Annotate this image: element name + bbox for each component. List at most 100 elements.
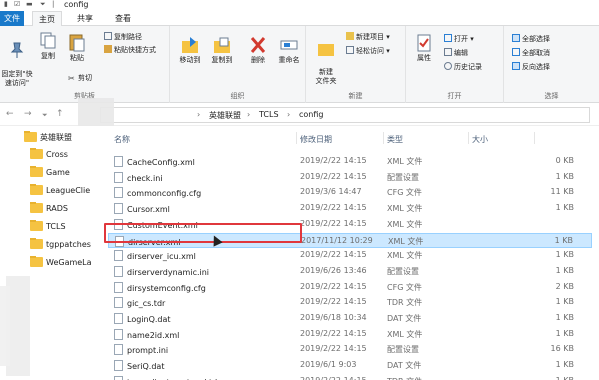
checkbox-icon[interactable]: ☑ [14, 0, 20, 10]
file-type-cell: XML 文件 [387, 251, 423, 261]
copy-to-button[interactable]: 复制到 [208, 36, 236, 65]
file-size-cell: 1 KB [555, 171, 574, 181]
properties-button[interactable]: 属性 [410, 34, 438, 63]
file-icon [114, 265, 123, 277]
breadcrumb-config[interactable]: config [299, 110, 323, 119]
copy-path-icon [104, 32, 112, 40]
paste-button[interactable]: 粘贴 [64, 32, 90, 63]
select-none-button[interactable]: 全部取消 [512, 48, 550, 58]
address-bar[interactable]: › 英雄联盟 › TCLS › config [100, 107, 590, 123]
file-name-cell: gic_cs.tdr [114, 297, 165, 309]
invert-selection-button[interactable]: 反向选择 [512, 62, 550, 72]
column-separator[interactable] [296, 132, 297, 144]
table-row[interactable]: tacc_client_protocol.tdr 2019/2/22 14:15 T… [108, 374, 592, 380]
nav-item-rads[interactable]: RADS [30, 202, 104, 216]
file-icon [114, 360, 123, 372]
edit-button[interactable]: 编辑 [444, 48, 468, 58]
table-row[interactable]: gic_cs.tdr 2019/2/22 14:15 TDR 文件 1 KB [108, 295, 592, 310]
breadcrumb-tcls[interactable]: TCLS [259, 110, 279, 119]
column-header-date[interactable]: 修改日期 [300, 134, 332, 145]
easy-access-button[interactable]: 轻松访问 ▾ [346, 46, 390, 56]
table-row[interactable]: Cursor.xml 2019/2/22 14:15 XML 文件 1 KB [108, 201, 592, 216]
nav-item-wegame[interactable]: WeGameLa [30, 256, 104, 270]
recent-dropdown-icon[interactable]: ⏷ [42, 111, 48, 120]
file-icon [114, 344, 123, 356]
tab-home[interactable]: 主页 [32, 11, 62, 26]
file-type-cell: DAT 文件 [387, 361, 422, 371]
table-row[interactable]: dirsystemconfig.cfg 2019/2/22 14:15 CFG 文件… [108, 280, 592, 295]
tab-share[interactable]: 共享 [70, 11, 100, 26]
pin-icon [10, 42, 24, 58]
column-separator[interactable] [383, 132, 384, 144]
paste-shortcut-button[interactable]: 粘贴快捷方式 [104, 45, 156, 55]
nav-item-cross[interactable]: Cross [30, 148, 104, 162]
open-group-label: 打开 [447, 92, 462, 100]
file-icon [114, 187, 123, 199]
table-row[interactable]: SeriQ.dat 2019/6/1 9:03 DAT 文件 1 KB [108, 358, 592, 373]
file-name-label: dirserverdynamic.ini [127, 267, 210, 277]
tab-file[interactable]: 文件 [0, 11, 24, 26]
cut-button[interactable]: ✂ 剪切 [68, 73, 92, 83]
column-header-name[interactable]: 名称 [114, 134, 130, 145]
file-name-cell: tacc_client_protocol.tdr [114, 375, 221, 380]
nav-item-tgppatches[interactable]: tgppatches [30, 238, 104, 252]
file-date-cell: 2019/2/22 14:15 [300, 344, 367, 354]
file-size-cell: 1 KB [556, 376, 574, 380]
folder-icon [30, 220, 43, 231]
paste-shortcut-label: 粘贴快捷方式 [114, 46, 156, 54]
new-item-label: 新建项目 [356, 33, 384, 41]
column-header-type[interactable]: 类型 [387, 134, 403, 145]
table-row[interactable]: LoginQ.dat 2019/6/18 10:34 DAT 文件 1 KB [108, 311, 592, 326]
select-all-icon [512, 34, 520, 42]
history-button[interactable]: 历史记录 [444, 62, 482, 72]
new-folder-button[interactable]: 新建 文件夹 [310, 32, 342, 86]
copy-label: 复制 [41, 52, 55, 60]
back-arrow-icon[interactable]: ← [6, 109, 14, 119]
tab-view[interactable]: 查看 [108, 11, 138, 26]
folder-icon[interactable]: ▬ [26, 0, 33, 10]
nav-item-tcls[interactable]: TCLS [30, 220, 104, 234]
copy-button[interactable]: 复制 [36, 32, 60, 61]
move-to-label: 移动到 [179, 56, 201, 64]
file-size-cell: 1 KB [555, 203, 574, 213]
file-name-cell: dirsystemconfig.cfg [114, 281, 206, 293]
move-to-icon [182, 37, 198, 53]
file-date-cell: 2019/6/26 13:46 [300, 265, 367, 275]
table-row[interactable]: prompt.ini 2019/2/22 14:15 配置设置 16 KB [108, 342, 592, 357]
file-icon [114, 313, 123, 324]
select-none-label: 全部取消 [522, 49, 550, 57]
rename-button[interactable]: 重命名 [274, 36, 304, 65]
nav-item-lol[interactable]: 英雄联盟 [24, 131, 98, 145]
breadcrumb-lol[interactable]: 英雄联盟 [209, 110, 241, 121]
file-type-cell: 配置设置 [387, 345, 419, 355]
open-button[interactable]: 打开 ▾ [444, 34, 474, 44]
column-separator[interactable] [534, 132, 535, 144]
pin-quick-access-button[interactable]: 固定到"快 速访问" [0, 32, 34, 88]
table-row[interactable]: dirserverdynamic.ini 2019/6/26 13:46 配置设置 1… [108, 264, 592, 279]
copy-path-button[interactable]: 复制路径 [104, 32, 142, 42]
new-folder-icon [318, 44, 334, 56]
table-row[interactable]: dirserver_icu.xml 2019/2/22 14:15 XML 文件 1 … [108, 248, 592, 263]
file-name-label: dirserver_icu.xml [127, 252, 196, 262]
table-row[interactable]: commonconfig.cfg 2019/3/6 14:47 CFG 文件 11 K… [108, 185, 592, 200]
file-type-cell: 配置设置 [387, 266, 419, 276]
up-arrow-icon[interactable]: ↑ [56, 109, 64, 119]
move-to-button[interactable]: 移动到 [176, 36, 204, 65]
folder-icon [30, 166, 43, 177]
column-header-size[interactable]: 大小 [472, 134, 488, 145]
new-item-button[interactable]: 新建项目 ▾ [346, 32, 390, 42]
nav-item-game[interactable]: Game [30, 166, 104, 180]
forward-arrow-icon[interactable]: → [24, 109, 32, 119]
breadcrumb-separator-icon: › [247, 110, 251, 119]
table-row[interactable]: name2id.xml 2019/2/22 14:15 XML 文件 1 KB [108, 327, 592, 342]
nav-item-label: 英雄联盟 [40, 133, 72, 142]
table-row[interactable]: check.ini 2019/2/22 14:15 配置设置 1 KB [108, 170, 592, 185]
column-separator[interactable] [468, 132, 469, 144]
qat-dropdown-icon[interactable]: ⏷ [40, 0, 46, 10]
quick-access-icon[interactable]: ▮ [4, 0, 8, 10]
delete-button[interactable]: 删除 [246, 36, 270, 65]
table-row[interactable]: CacheConfig.xml 2019/2/22 14:15 XML 文件 0 KB [108, 154, 592, 169]
select-all-button[interactable]: 全部选择 [512, 34, 550, 44]
file-name-cell: prompt.ini [114, 344, 168, 356]
nav-item-leagueclient[interactable]: LeagueClie [30, 184, 104, 198]
